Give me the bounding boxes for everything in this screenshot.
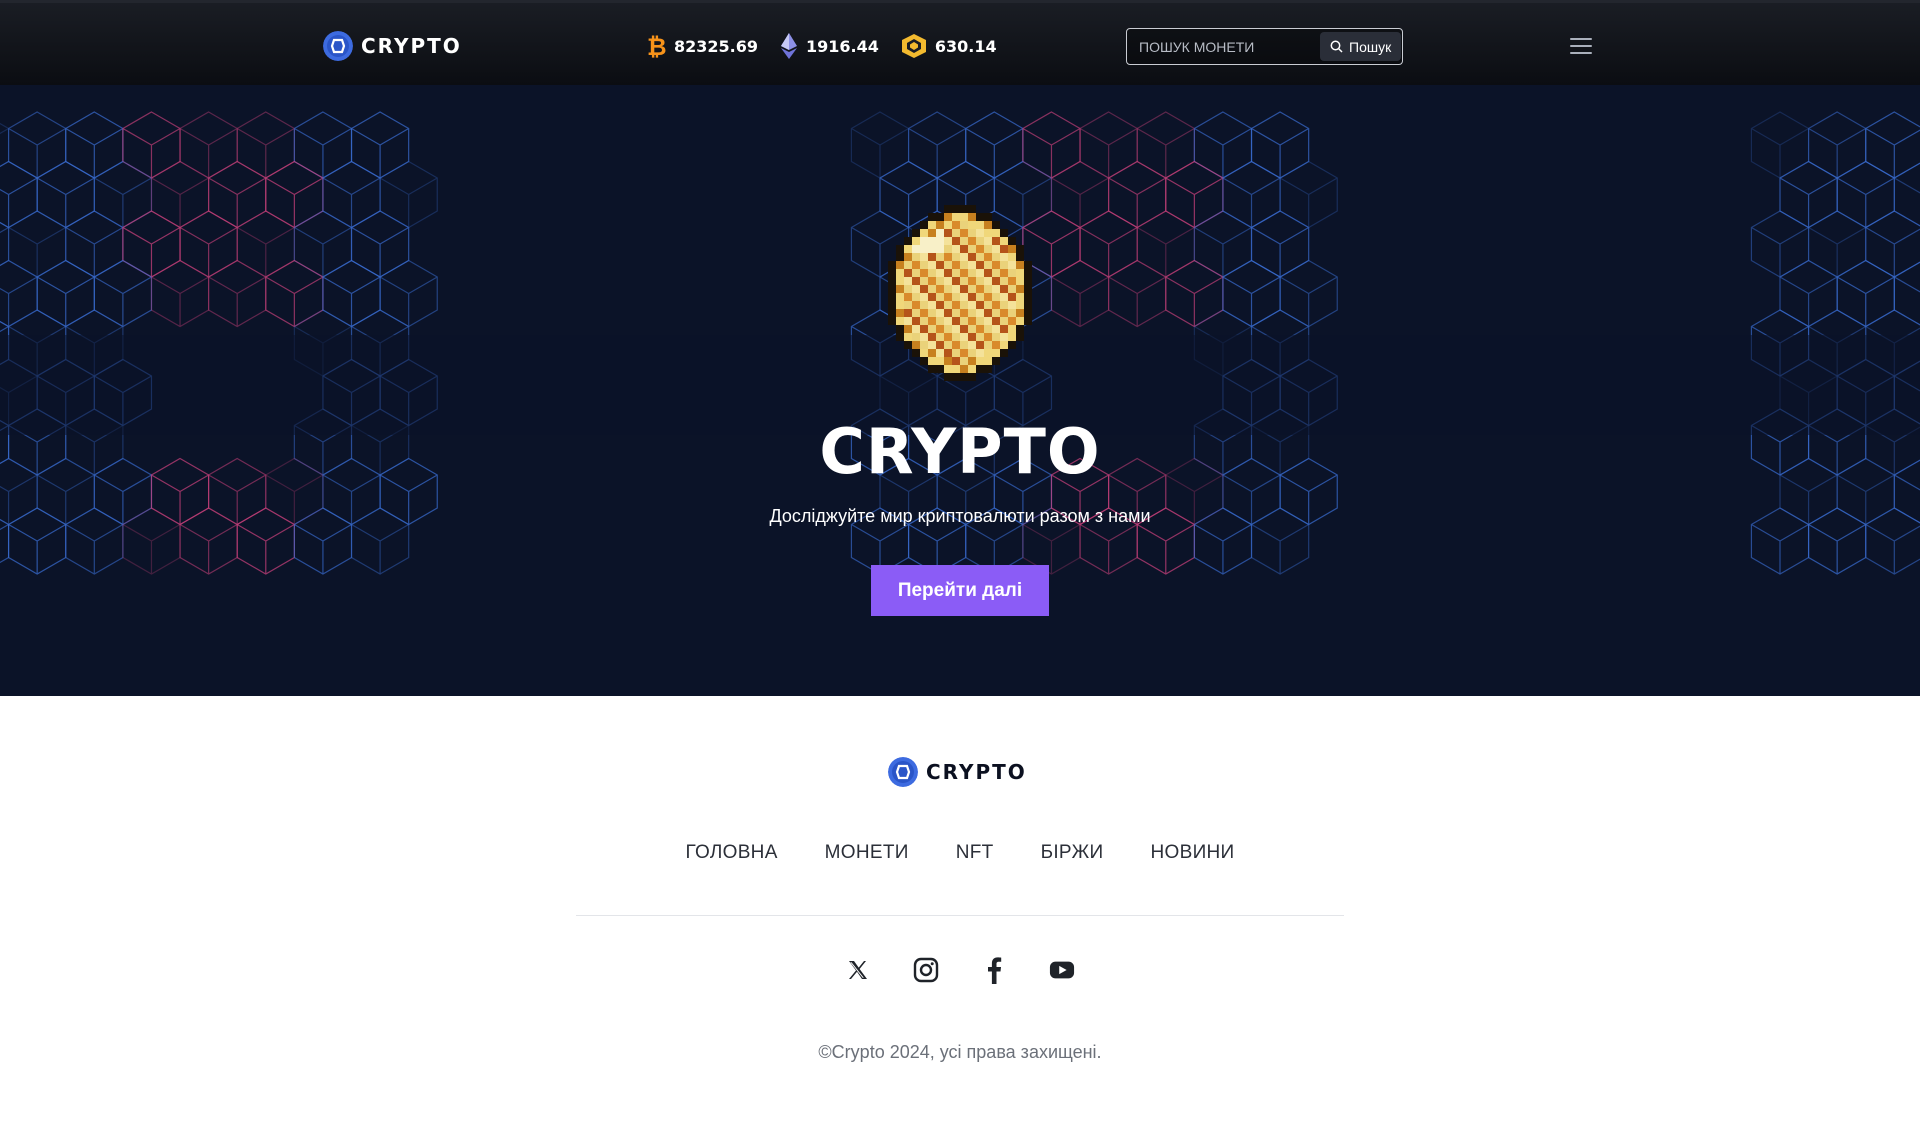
social-links: [0, 956, 1920, 984]
hero-title: CRYPTO: [819, 415, 1101, 488]
footer-logo[interactable]: CRYPTO: [888, 757, 1027, 787]
menu-icon[interactable]: [1570, 38, 1592, 54]
top-navbar: CRYPTO ₿ 82325.69 1916.44 630.14 ПОШУК М…: [0, 0, 1920, 85]
logo-text: CRYPTO: [361, 34, 462, 58]
hero-section: CRYPTO Досліджуйте мир криптовалюти разо…: [0, 85, 1920, 696]
hero-subtitle: Досліджуйте мир криптовалюти разом з нам…: [769, 506, 1151, 526]
footer-link-news[interactable]: НОВИНИ: [1151, 842, 1235, 864]
logo-icon: [323, 31, 353, 61]
footer-link-nft[interactable]: NFT: [956, 842, 994, 864]
svg-text:₿: ₿: [647, 33, 666, 59]
logo-icon: [888, 757, 918, 787]
ticker-bnb[interactable]: 630.14: [901, 33, 997, 59]
ticker-value: 82325.69: [674, 36, 759, 56]
site-logo[interactable]: CRYPTO: [323, 31, 462, 61]
go-further-button[interactable]: Перейти далі: [871, 565, 1049, 616]
search-button[interactable]: Пошук: [1320, 32, 1402, 61]
logo-text: CRYPTO: [926, 760, 1027, 784]
footer-link-coins[interactable]: МОНЕТИ: [825, 842, 909, 864]
instagram-icon[interactable]: [913, 956, 939, 984]
search-button-label: Пошук: [1349, 38, 1392, 55]
copyright-text: ©Crypto 2024, усі права захищені.: [818, 1042, 1102, 1062]
pixel-coin-icon: [888, 205, 1032, 381]
ticker-btc[interactable]: ₿ 82325.69: [646, 33, 758, 59]
ticker-value: 630.14: [934, 36, 997, 56]
x-icon[interactable]: [845, 956, 871, 984]
search-icon: [1330, 40, 1343, 53]
ethereum-icon: [781, 33, 798, 59]
footer-nav: ГОЛОВНА МОНЕТИ NFT БІРЖИ НОВИНИ: [0, 842, 1920, 864]
search-input[interactable]: [1139, 38, 1320, 55]
footer-link-home[interactable]: ГОЛОВНА: [685, 842, 777, 864]
footer-link-exchanges[interactable]: БІРЖИ: [1041, 842, 1104, 864]
bitcoin-icon: ₿: [647, 33, 666, 59]
price-tickers: ₿ 82325.69 1916.44 630.14: [646, 32, 997, 60]
ticker-eth[interactable]: 1916.44: [780, 32, 879, 60]
search-box: Пошук: [1126, 28, 1403, 65]
footer-divider: [576, 915, 1344, 916]
youtube-icon[interactable]: [1049, 956, 1075, 984]
bnb-icon: [901, 34, 926, 58]
facebook-icon[interactable]: [981, 956, 1007, 984]
ticker-value: 1916.44: [806, 36, 879, 56]
